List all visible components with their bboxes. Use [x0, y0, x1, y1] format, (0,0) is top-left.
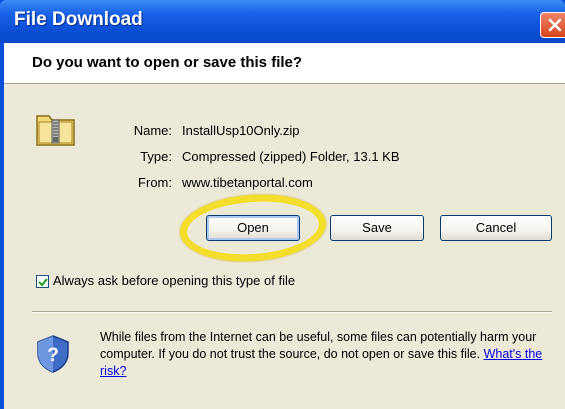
file-source: www.tibetanportal.com [182, 175, 313, 190]
highlight-ring [177, 189, 329, 267]
name-label: Name: [133, 123, 172, 138]
file-name: InstallUsp10Only.zip [182, 123, 300, 138]
cancel-button[interactable]: Cancel [440, 215, 552, 241]
security-shield-icon: ? [37, 335, 69, 373]
question-heading: Do you want to open or save this file? [32, 54, 303, 71]
security-warning: While files from the Internet can be use… [100, 329, 560, 380]
always-ask-checkbox[interactable] [36, 275, 49, 288]
separator [32, 311, 552, 313]
title-bar[interactable]: File Download [0, 0, 565, 43]
question-panel: Do you want to open or save this file? [4, 43, 565, 84]
checkmark-icon [38, 278, 48, 287]
file-download-dialog: File Download Do you want to open or sav… [0, 0, 565, 409]
file-type: Compressed (zipped) Folder, 13.1 KB [182, 149, 400, 164]
save-button[interactable]: Save [330, 215, 424, 241]
zip-folder-icon [36, 115, 75, 146]
type-label: Type: [140, 149, 172, 164]
window-title: File Download [14, 9, 143, 30]
svg-text:?: ? [47, 345, 59, 366]
warning-text: While files from the Internet can be use… [100, 330, 537, 361]
from-label: From: [138, 175, 172, 190]
dialog-body: Do you want to open or save this file? N… [4, 43, 565, 409]
close-icon [548, 18, 562, 32]
close-button[interactable] [540, 12, 565, 38]
always-ask-label[interactable]: Always ask before opening this type of f… [53, 273, 295, 288]
